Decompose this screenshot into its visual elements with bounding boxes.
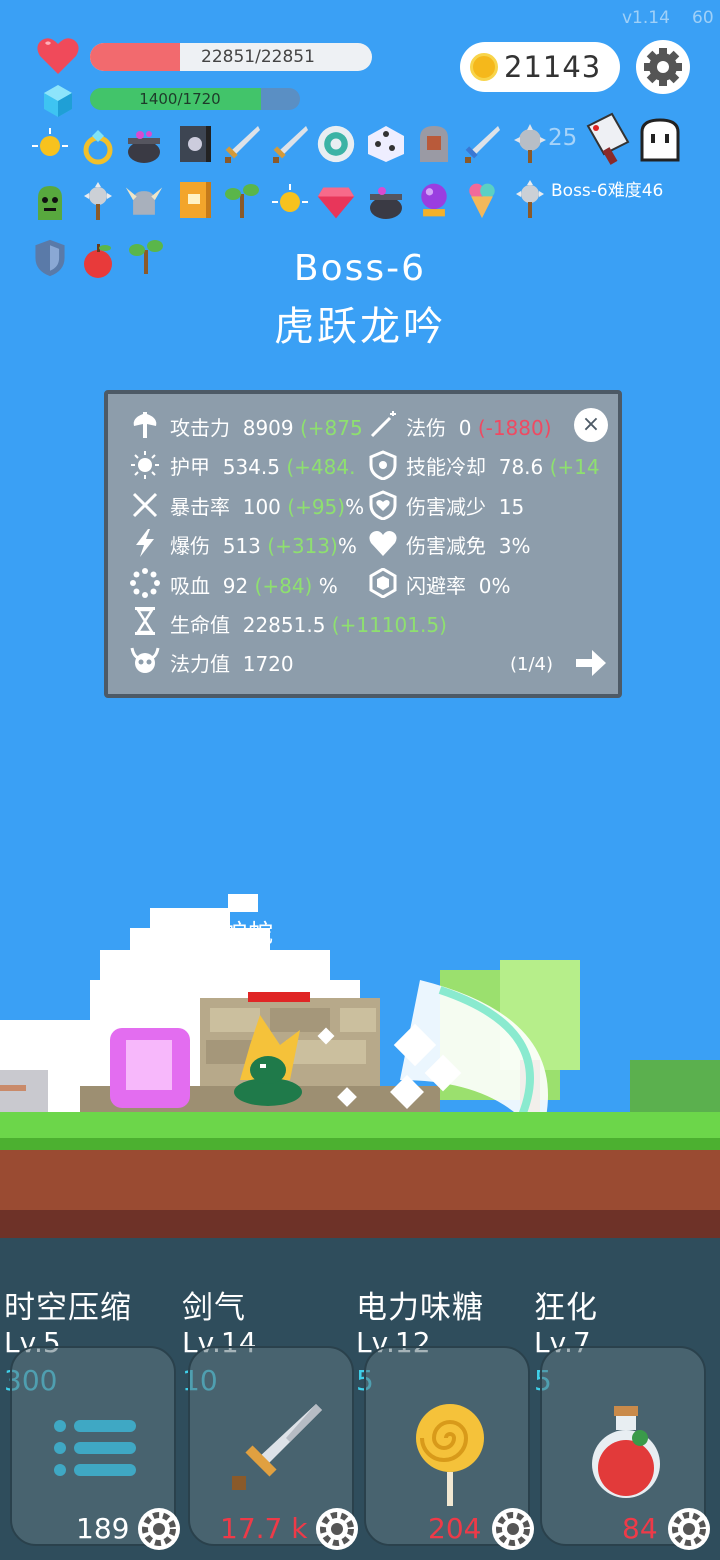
- skill-name-4: 狂化: [534, 1290, 598, 1326]
- skill-count-3: 204: [428, 1512, 482, 1545]
- sword-icon[interactable]: [222, 124, 262, 164]
- heart-shield-icon: [369, 490, 397, 520]
- sword-icon: [232, 1404, 322, 1490]
- potion-icon: [592, 1406, 660, 1498]
- enemy-hp-bar: [248, 992, 310, 1002]
- stat-dmg-reduce: 伤害减少 15: [406, 495, 525, 519]
- stats-panel: 攻击力 8909 (+875 护甲 534.5 (+484. 暴击率 100 (…: [104, 390, 622, 698]
- lifesteal-ring-icon: [130, 568, 160, 598]
- settings-button[interactable]: [636, 40, 690, 94]
- stat-armor: 护甲 534.5 (+484.: [170, 455, 356, 479]
- sun-icon: [131, 451, 159, 479]
- spiked-mace-icon[interactable]: [78, 182, 118, 222]
- hp-text: 22851/22851: [201, 47, 315, 67]
- ice-cream-icon[interactable]: [462, 180, 502, 220]
- battle-scene: [0, 894, 720, 1240]
- crossed-swords-icon: [132, 492, 158, 518]
- gear-icon: [320, 1512, 354, 1546]
- sword-icon-3[interactable]: [462, 124, 502, 164]
- skill-count-1: 189: [76, 1512, 130, 1545]
- cauldron-icon[interactable]: [124, 126, 164, 166]
- stat-attack: 攻击力 8909 (+875: [170, 416, 363, 440]
- mace-icon[interactable]: [510, 124, 550, 164]
- sun-orb-icon-2[interactable]: [270, 182, 310, 222]
- stat-lifesteal: 吸血 92 (+84) %: [170, 574, 338, 598]
- monster-level: evel 1: [224, 954, 334, 982]
- skill-upgrade-3[interactable]: [492, 1508, 534, 1550]
- coin-icon: [470, 53, 498, 81]
- hp-bar: 22851/22851: [90, 43, 372, 71]
- skill-upgrade-1[interactable]: [138, 1508, 180, 1550]
- gear-icon: [672, 1512, 706, 1546]
- stat-dmg-immune: 伤害减免 3%: [406, 534, 531, 558]
- arrow-right-icon[interactable]: [574, 648, 608, 678]
- faded-number: 25: [548, 125, 578, 151]
- page-indicator: (1/4): [510, 654, 554, 675]
- spiked-mace-icon-2[interactable]: [510, 180, 550, 220]
- lightning-icon: [136, 529, 154, 557]
- monster-name: 蛇蛇: [222, 919, 275, 948]
- stat-crit-rate: 暴击率 100 (+95)%: [170, 495, 365, 519]
- dice-icon[interactable]: [366, 124, 406, 164]
- sapling-icon[interactable]: [222, 180, 262, 220]
- shield-outline-icon: [369, 450, 397, 480]
- ghost-icon[interactable]: [636, 116, 684, 162]
- stat-dodge: 闪避率 0%: [406, 574, 511, 598]
- close-button[interactable]: ×: [574, 408, 608, 442]
- stat-cooldown: 技能冷却 78.6 (+14: [406, 455, 600, 479]
- gear-icon: [644, 48, 682, 86]
- disc-shield-icon[interactable]: [316, 124, 356, 164]
- axe-icon: [133, 412, 157, 438]
- version-label: v1.14: [622, 8, 670, 28]
- boss-title: Boss-6: [293, 248, 427, 289]
- heart-outline-icon: [369, 531, 397, 556]
- gear-icon: [496, 1512, 530, 1546]
- mana-text: 1400/1720: [139, 90, 221, 108]
- boss-difficulty-label: Boss-6难度46: [551, 181, 664, 201]
- goblin-icon[interactable]: [30, 182, 70, 222]
- horned-skull-icon: [130, 647, 160, 673]
- stat-magic-dmg: 法伤 0 (-1880): [406, 416, 552, 440]
- heart-icon: [37, 38, 79, 74]
- skill-upgrade-4[interactable]: [668, 1508, 710, 1550]
- skill-name-2: 剑气: [182, 1290, 246, 1326]
- gold-ring-icon[interactable]: [78, 126, 118, 166]
- sun-orb-icon[interactable]: [30, 126, 70, 166]
- sword-icon-2[interactable]: [270, 124, 310, 164]
- skill-name-3: 电力味糖: [356, 1290, 484, 1326]
- mana-bar: 1400/1720: [90, 88, 300, 110]
- cauldron-icon-2[interactable]: [366, 182, 406, 222]
- stat-hp: 生命值 22851.5 (+11101.5): [170, 613, 447, 637]
- boss-subtitle: 虎跃龙吟: [274, 304, 446, 350]
- viking-helmet-icon[interactable]: [124, 182, 164, 222]
- skill-name-1: 时空压缩: [4, 1290, 132, 1326]
- hexagon-crystal-icon: [369, 568, 397, 598]
- skill-count-2: 17.7 k: [220, 1512, 308, 1545]
- tombstone-icon[interactable]: [414, 124, 454, 164]
- fps-counter: 60: [692, 8, 714, 28]
- wand-icon: [370, 411, 396, 438]
- list-icon: [54, 1420, 136, 1476]
- orange-book-icon[interactable]: [176, 180, 216, 220]
- cleaver-icon[interactable]: [582, 112, 636, 166]
- mana-gem-icon: [44, 85, 72, 117]
- gold-amount: 21143: [504, 50, 602, 84]
- crystal-ball-icon[interactable]: [414, 180, 454, 220]
- lollipop-icon: [416, 1404, 484, 1506]
- stat-mana: 法力值 1720: [170, 652, 294, 676]
- hourglass-icon: [135, 607, 155, 635]
- gold-counter[interactable]: 21143: [460, 42, 620, 92]
- stat-crit-dmg: 爆伤 513 (+313)%: [170, 534, 357, 558]
- skill-count-4: 84: [622, 1512, 658, 1545]
- skill-upgrade-2[interactable]: [316, 1508, 358, 1550]
- gear-icon: [142, 1512, 176, 1546]
- ruby-icon[interactable]: [316, 182, 356, 222]
- skull-book-icon[interactable]: [176, 124, 216, 164]
